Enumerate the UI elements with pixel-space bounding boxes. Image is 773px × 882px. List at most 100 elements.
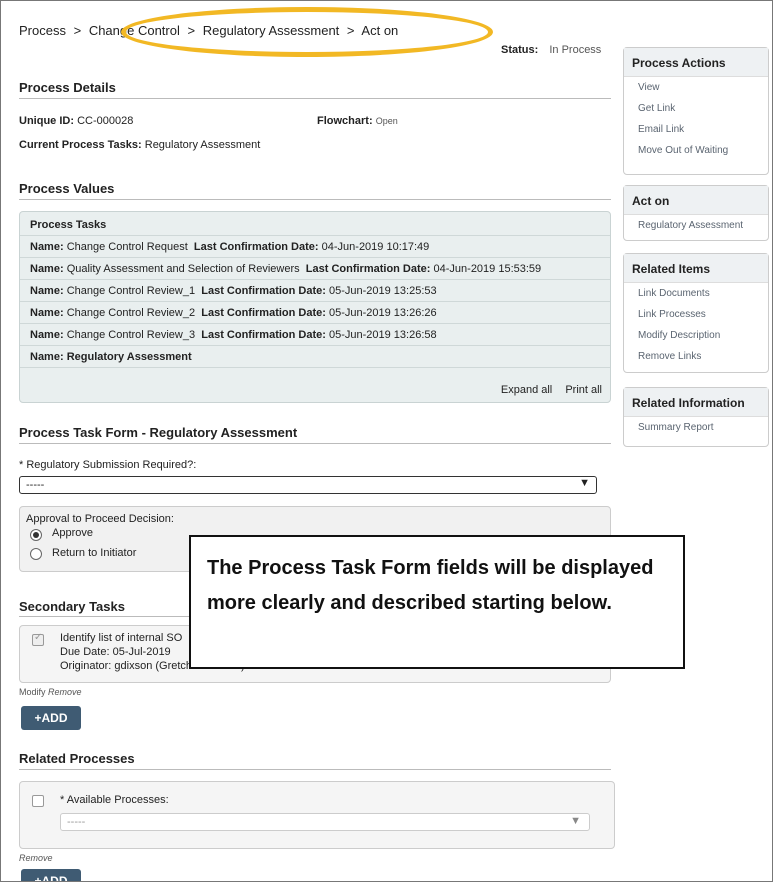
remove-link[interactable]: Remove <box>48 687 82 697</box>
sidebar-item-view[interactable]: View <box>624 77 768 98</box>
task-name: Change Control Request <box>66 241 188 253</box>
task-form-title: Process Task Form - Regulatory Assessmen… <box>19 425 298 440</box>
process-values-title: Process Values <box>19 181 115 196</box>
divider <box>19 199 611 200</box>
secondary-tasks-title: Secondary Tasks <box>19 599 125 614</box>
status-label: Status: <box>501 44 539 56</box>
sidebar-item-get-link[interactable]: Get Link <box>624 98 768 119</box>
task-name-label: Name: <box>30 307 64 319</box>
submission-select[interactable]: ----- ▼ <box>19 476 597 494</box>
task-date-label: Last Confirmation Date: <box>305 263 431 275</box>
sidebar-item-remove-links[interactable]: Remove Links <box>624 346 768 367</box>
current-tasks-value: Regulatory Assessment <box>144 139 261 151</box>
print-all-link[interactable]: Print all <box>565 384 602 396</box>
return-to-initiator-label: Return to Initiator <box>52 547 137 559</box>
flowchart-label: Flowchart: <box>317 115 373 127</box>
secondary-task-title[interactable]: Identify list of internal SO <box>60 632 182 644</box>
submission-label: * Regulatory Submission Required?: <box>19 459 197 471</box>
task-name-label: Name: <box>30 351 64 363</box>
task-name-label: Name: <box>30 285 64 297</box>
process-tasks-header: Process Tasks <box>20 214 610 236</box>
unique-id: Unique ID: CC-000028 <box>19 115 133 127</box>
task-date: 05-Jun-2019 13:26:26 <box>328 307 437 319</box>
task-date-label: Last Confirmation Date: <box>201 329 326 341</box>
callout-box: The Process Task Form fields will be dis… <box>189 535 685 669</box>
task-row[interactable]: Name: Change Control Review_3 Last Confi… <box>20 324 610 346</box>
task-row[interactable]: Name: Quality Assessment and Selection o… <box>20 258 610 280</box>
task-date-label: Last Confirmation Date: <box>201 285 326 297</box>
task-row[interactable]: Name: Change Control Request Last Confir… <box>20 236 610 258</box>
add-secondary-task-button[interactable]: +ADD <box>21 706 81 730</box>
highlight-ellipse <box>121 7 493 57</box>
dropdown-arrow-icon: ▼ <box>579 477 590 489</box>
task-row[interactable]: Name: Change Control Review_1 Last Confi… <box>20 280 610 302</box>
status: Status: In Process <box>501 44 601 56</box>
task-date: 05-Jun-2019 13:26:58 <box>328 329 437 341</box>
task-name: Regulatory Assessment <box>66 351 192 363</box>
secondary-task-links: Modify Remove <box>19 687 82 697</box>
available-processes-label: * Available Processes: <box>60 794 169 806</box>
sidebar-process-actions: Process Actions View Get Link Email Link… <box>623 47 769 175</box>
sidebar-item-regulatory-assessment[interactable]: Regulatory Assessment <box>624 215 768 236</box>
secondary-task-checkbox[interactable] <box>32 632 44 646</box>
sidebar-related-items-title: Related Items <box>624 254 768 283</box>
sidebar-item-email-link[interactable]: Email Link <box>624 119 768 140</box>
related-processes-title: Related Processes <box>19 751 135 766</box>
available-processes-select[interactable]: ----- ▼ <box>60 813 590 831</box>
sidebar-act-on: Act on Regulatory Assessment <box>623 185 769 241</box>
breadcrumb-separator: > <box>73 23 82 38</box>
page-frame: Process > Change Control > Regulatory As… <box>0 0 773 882</box>
sidebar-process-actions-title: Process Actions <box>624 48 768 77</box>
task-name: Quality Assessment and Selection of Revi… <box>66 263 300 275</box>
secondary-task-due: Due Date: 05-Jul-2019 <box>60 646 171 658</box>
sidebar-related-information-title: Related Information <box>624 388 768 417</box>
divider <box>19 98 611 99</box>
sidebar-item-summary-report[interactable]: Summary Report <box>624 417 768 438</box>
task-name: Change Control Review_2 <box>66 307 196 319</box>
expand-all-link[interactable]: Expand all <box>501 384 552 396</box>
task-name-label: Name: <box>30 329 64 341</box>
available-processes-checkbox[interactable] <box>32 795 44 807</box>
dropdown-arrow-icon: ▼ <box>570 815 581 827</box>
current-tasks-label: Current Process Tasks: <box>19 139 142 151</box>
status-value: In Process <box>549 44 602 56</box>
sidebar-related-items: Related Items Link Documents Link Proces… <box>623 253 769 373</box>
submission-select-value: ----- <box>26 479 45 491</box>
return-to-initiator-radio[interactable] <box>30 548 42 560</box>
divider <box>19 443 611 444</box>
unique-id-label: Unique ID: <box>19 115 74 127</box>
task-row[interactable]: Name: Regulatory Assessment <box>20 346 610 368</box>
approve-radio[interactable] <box>30 529 42 541</box>
sidebar-related-information: Related Information Summary Report <box>623 387 769 447</box>
sidebar-act-on-title: Act on <box>624 186 768 215</box>
task-name-label: Name: <box>30 263 64 275</box>
sidebar-item-link-documents[interactable]: Link Documents <box>624 283 768 304</box>
task-actions: Expand all Print all <box>491 384 602 396</box>
breadcrumb-process[interactable]: Process <box>19 23 66 38</box>
task-date-label: Last Confirmation Date: <box>201 307 326 319</box>
current-tasks: Current Process Tasks: Regulatory Assess… <box>19 139 260 151</box>
sidebar-item-modify-description[interactable]: Modify Description <box>624 325 768 346</box>
task-name-label: Name: <box>30 241 64 253</box>
decision-label: Approval to Proceed Decision: <box>26 513 174 525</box>
process-tasks-panel: Process Tasks Name: Change Control Reque… <box>19 211 611 403</box>
sidebar-item-link-processes[interactable]: Link Processes <box>624 304 768 325</box>
unique-id-value: CC-000028 <box>77 115 134 127</box>
add-related-process-button[interactable]: +ADD <box>21 869 81 881</box>
task-name: Change Control Review_3 <box>66 329 196 341</box>
related-processes-box: * Available Processes: ----- ▼ <box>19 781 615 849</box>
task-date: 05-Jun-2019 13:25:53 <box>328 285 437 297</box>
flowchart: Flowchart: Open <box>317 115 398 127</box>
task-row[interactable]: Name: Change Control Review_2 Last Confi… <box>20 302 610 324</box>
task-date-label: Last Confirmation Date: <box>193 241 319 253</box>
available-processes-value: ----- <box>67 816 86 828</box>
remove-link[interactable]: Remove <box>19 853 53 863</box>
divider <box>19 769 611 770</box>
modify-link[interactable]: Modify <box>19 687 46 697</box>
task-date: 04-Jun-2019 15:53:59 <box>433 263 542 275</box>
process-details-title: Process Details <box>19 80 116 95</box>
flowchart-open-link[interactable]: Open <box>376 116 398 126</box>
sidebar-item-move-out-of-waiting[interactable]: Move Out of Waiting <box>624 140 768 161</box>
task-name: Change Control Review_1 <box>66 285 196 297</box>
task-date: 04-Jun-2019 10:17:49 <box>321 241 430 253</box>
